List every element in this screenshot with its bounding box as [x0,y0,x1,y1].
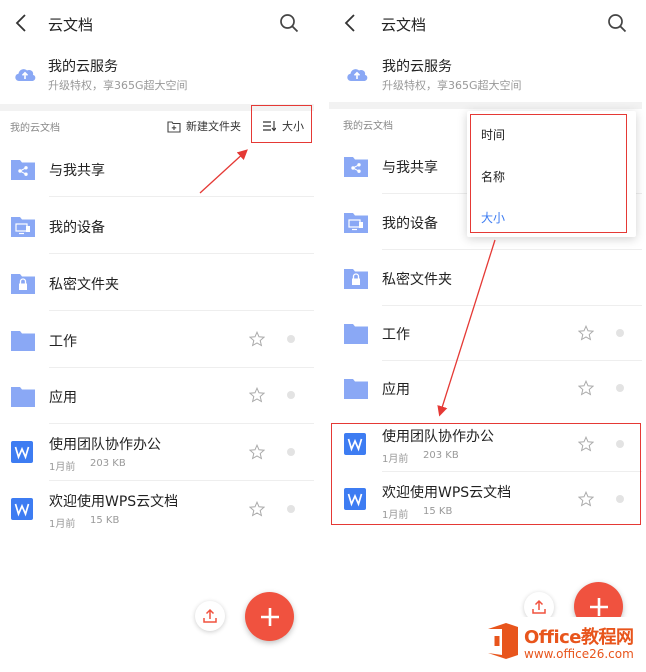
item-name: 工作 [49,334,77,350]
star-icon[interactable] [249,331,265,347]
star-icon[interactable] [249,444,265,460]
cloud-service-entry[interactable]: 我的云服务 升级特权，享365G超大空间 [329,46,642,104]
new-folder-label: 新建文件夹 [186,120,241,133]
more-dot-icon[interactable] [287,391,295,399]
list-item[interactable]: 应用 [0,368,314,424]
star-icon[interactable] [578,380,594,396]
wps-doc-icon [11,498,33,520]
more-dot-icon[interactable] [616,384,624,392]
left-screen: 云文档 我的云服务 升级特权，享365G超大空间 我的云文档 新建文件夹 大小 … [0,0,314,672]
watermark-url: www.office26.com [524,647,634,661]
list-item[interactable]: 使用团队协作办公 1月前 203 KB [0,424,314,481]
cloud-service-title: 我的云服务 [48,59,118,75]
more-dot-icon[interactable] [287,448,295,456]
plus-icon [589,597,608,616]
add-button[interactable] [245,592,294,641]
cloud-upload-icon [347,69,368,81]
list-item[interactable]: 与我共享 [0,141,314,197]
new-folder-button[interactable]: 新建文件夹 [167,117,241,135]
shared-folder-icon [344,157,368,177]
plus-icon [260,607,279,626]
search-icon[interactable] [606,12,628,34]
folder-icon [344,324,368,344]
upload-icon [532,599,546,614]
item-name: 与我共享 [382,160,438,176]
office-logo-icon [488,623,518,659]
list-item[interactable]: 欢迎使用WPS云文档 1月前 15 KB [0,481,314,538]
item-name: 工作 [382,327,410,343]
highlight-box [470,114,627,233]
device-folder-icon [344,213,368,233]
cloud-upload-icon [15,69,36,81]
watermark-brand: Office教程网 [524,627,634,648]
highlight-box [251,105,312,143]
device-folder-icon [11,217,35,237]
item-name: 我的设备 [382,216,438,232]
new-folder-icon [167,120,181,133]
more-dot-icon[interactable] [287,335,295,343]
section-label: 我的云文档 [10,123,60,134]
shared-folder-icon [11,160,35,180]
lock-folder-icon [11,274,35,294]
item-name: 与我共享 [49,163,105,179]
wps-doc-icon [11,441,33,463]
list-item[interactable]: 工作 [329,306,642,361]
item-time: 1月前 [49,462,76,473]
item-name: 应用 [49,390,77,406]
list-item[interactable]: 工作 [0,311,314,368]
search-icon[interactable] [278,12,300,34]
upload-button[interactable] [195,601,225,631]
cloud-service-subtitle: 升级特权，享365G超大空间 [382,79,522,92]
divider [329,102,642,109]
item-name: 私密文件夹 [49,277,119,293]
star-icon[interactable] [578,325,594,341]
item-size: 203 KB [90,458,126,469]
app-bar: 云文档 [0,0,314,46]
star-icon[interactable] [249,387,265,403]
list-item[interactable]: 应用 [329,361,642,417]
item-size: 15 KB [90,515,120,526]
back-arrow-icon[interactable] [12,12,32,34]
cloud-service-entry[interactable]: 我的云服务 升级特权，享365G超大空间 [0,46,314,104]
upload-icon [203,608,217,623]
folder-icon [11,387,35,407]
back-arrow-icon[interactable] [341,12,361,34]
item-name: 应用 [382,382,410,398]
cloud-service-title: 我的云服务 [382,59,452,75]
item-name: 欢迎使用WPS云文档 [49,494,179,510]
watermark: Office教程网 www.office26.com [480,617,646,667]
list-item[interactable]: 私密文件夹 [0,254,314,311]
section-label: 我的云文档 [343,121,393,132]
page-title: 云文档 [48,16,94,34]
right-screen: 云文档 我的云服务 升级特权，享365G超大空间 我的云文档 与我共享 我的设备… [329,0,642,672]
list-item[interactable]: 私密文件夹 [329,250,642,306]
highlight-box [331,423,641,525]
star-icon[interactable] [249,501,265,517]
item-name: 使用团队协作办公 [49,437,161,453]
folder-icon [11,331,35,351]
app-bar: 云文档 [329,0,642,46]
cloud-service-subtitle: 升级特权，享365G超大空间 [48,79,188,92]
list-item[interactable]: 我的设备 [0,197,314,254]
item-time: 1月前 [49,519,76,530]
item-name: 我的设备 [49,220,105,236]
page-title: 云文档 [381,16,427,34]
item-name: 私密文件夹 [382,272,452,288]
lock-folder-icon [344,269,368,289]
more-dot-icon[interactable] [287,505,295,513]
folder-icon [344,379,368,399]
more-dot-icon[interactable] [616,329,624,337]
